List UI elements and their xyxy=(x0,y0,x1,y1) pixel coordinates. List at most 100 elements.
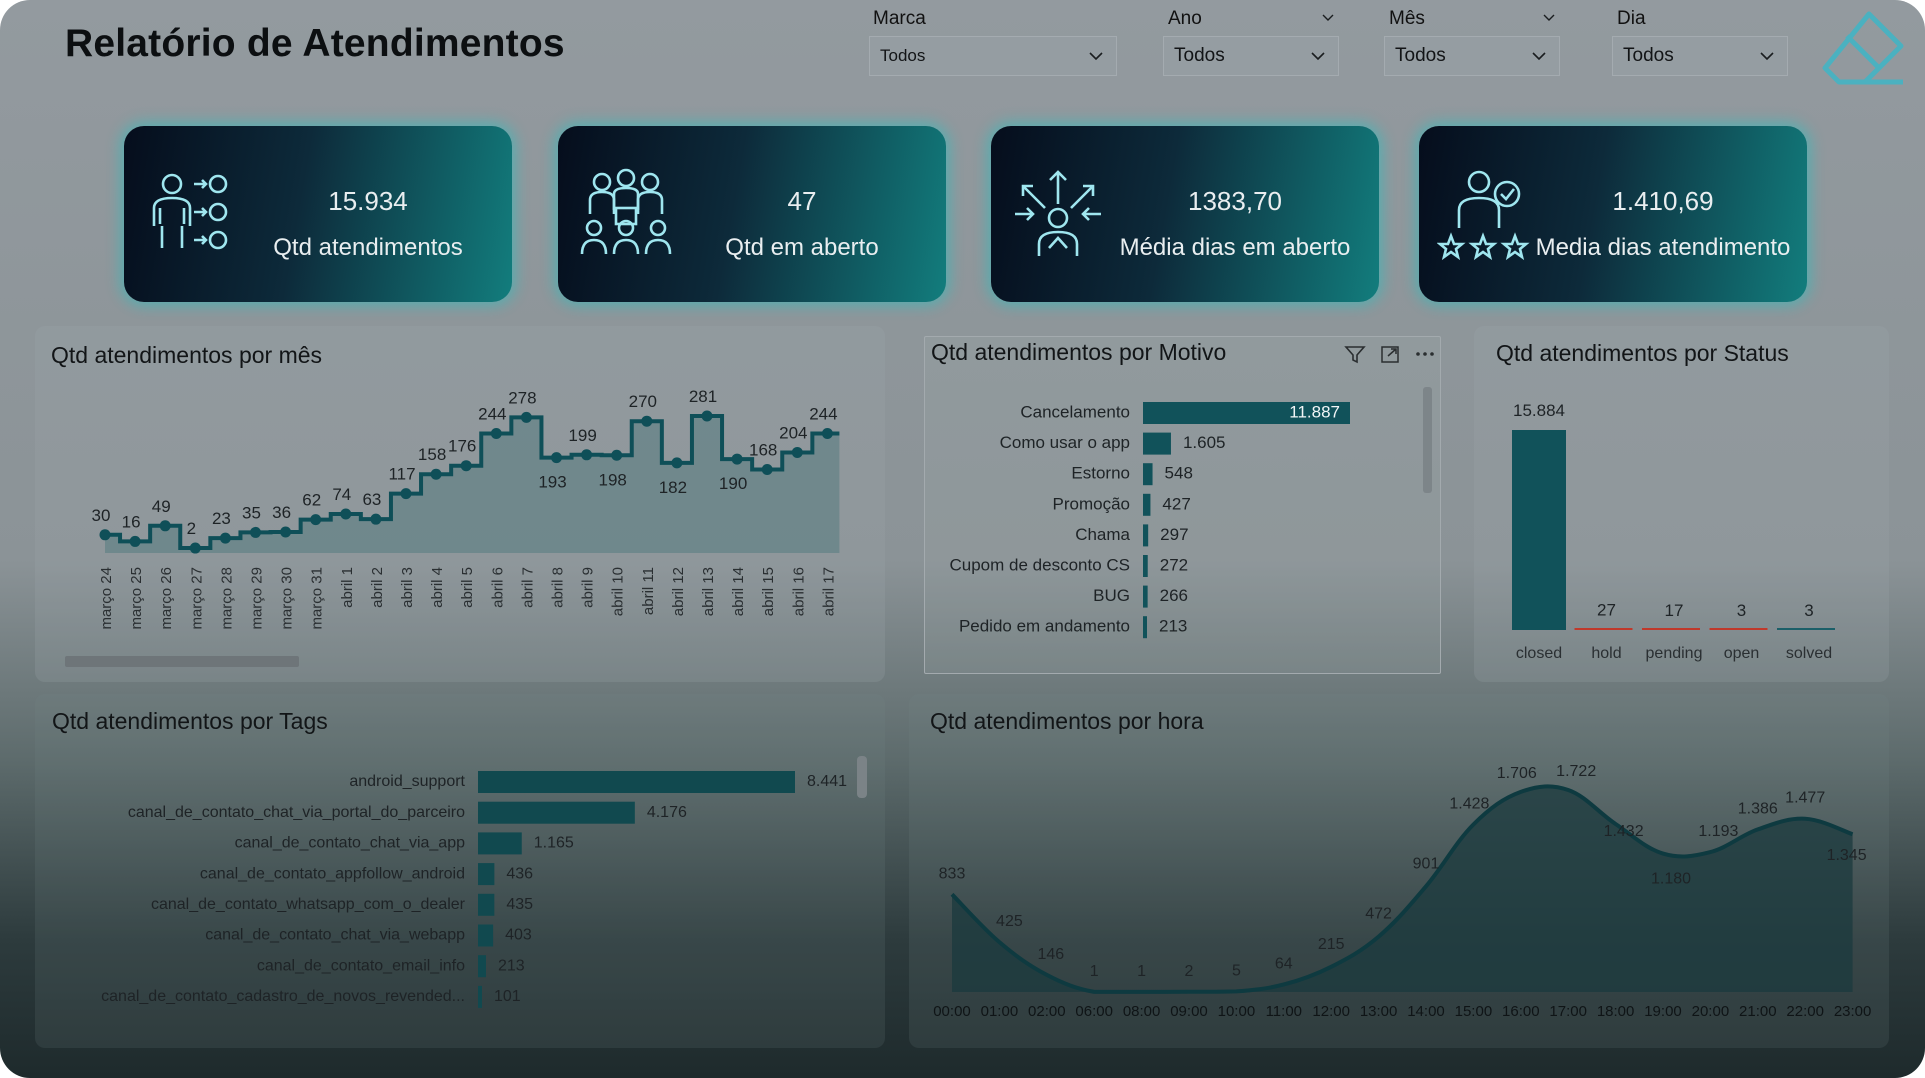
x-tick-label: 14:00 xyxy=(1407,1003,1445,1020)
category-label: Promoção xyxy=(1053,494,1130,513)
x-tick-label: 13:00 xyxy=(1360,1003,1398,1020)
chevron-down-icon xyxy=(1311,52,1325,61)
x-tick-label: março 26 xyxy=(158,567,175,630)
x-tick-label: março 30 xyxy=(279,567,296,630)
horizontal-scrollbar[interactable] xyxy=(65,656,299,667)
data-label: 244 xyxy=(809,405,837,424)
data-label: 158 xyxy=(418,445,446,464)
page-title: Relatório de Atendimentos xyxy=(65,22,565,65)
vertical-scrollbar[interactable] xyxy=(1423,387,1432,493)
x-tick-label: 10:00 xyxy=(1218,1003,1256,1020)
month-point xyxy=(430,468,442,480)
data-label: 472 xyxy=(1365,906,1392,923)
data-label: 833 xyxy=(939,865,966,882)
data-label: 168 xyxy=(749,440,777,459)
month-point xyxy=(581,449,593,461)
x-tick-label: 21:00 xyxy=(1739,1003,1777,1020)
x-tick-label: março 27 xyxy=(188,567,205,630)
month-chart: 30 março 24 16 março 25 49 março 26 2 março 27 2… xyxy=(92,387,840,630)
kpi-value: 47 xyxy=(787,186,817,216)
x-tick-label: 16:00 xyxy=(1502,1003,1540,1020)
kpi-value: 1.410,69 xyxy=(1612,186,1714,216)
bar xyxy=(478,801,635,824)
month-point xyxy=(129,535,141,547)
x-tick-label: abril 14 xyxy=(730,567,747,616)
x-tick-label: 01:00 xyxy=(981,1003,1019,1020)
x-tick-label: abril 1 xyxy=(339,567,356,608)
x-tick-label: abril 4 xyxy=(429,567,446,608)
data-label: 278 xyxy=(508,388,536,407)
data-label: 16 xyxy=(122,512,141,531)
month-point xyxy=(460,460,472,472)
category-label: Como usar o app xyxy=(1000,433,1130,452)
month-point xyxy=(551,452,562,464)
x-tick-label: 19:00 xyxy=(1644,1003,1682,1020)
x-tick-label: 20:00 xyxy=(1692,1003,1730,1020)
chevron-down-icon xyxy=(1089,52,1103,61)
filter-dia-dropdown[interactable]: Todos xyxy=(1612,36,1788,76)
data-label: 62 xyxy=(302,491,321,510)
vertical-scrollbar[interactable] xyxy=(857,756,867,798)
category-label: Cupom de desconto CS xyxy=(950,555,1131,574)
data-label: 272 xyxy=(1160,555,1188,574)
data-label: 1 xyxy=(1137,963,1146,980)
month-point xyxy=(611,449,623,461)
data-label: 74 xyxy=(332,485,351,504)
x-tick-label: abril 2 xyxy=(369,567,386,608)
data-label: 403 xyxy=(505,927,532,944)
data-label: 1.706 xyxy=(1497,765,1537,782)
x-tick-label: solved xyxy=(1786,645,1832,662)
filter-dia-label: Dia xyxy=(1617,8,1646,29)
month-point xyxy=(490,428,502,440)
chevron-down-icon xyxy=(1532,52,1546,61)
filter-marca-dropdown[interactable]: Todos xyxy=(869,36,1117,76)
data-label: 17 xyxy=(1665,601,1684,620)
category-label: Cancelamento xyxy=(1020,402,1130,421)
data-label: 146 xyxy=(1037,946,1064,963)
data-label: 1.386 xyxy=(1738,800,1778,817)
bar xyxy=(1143,432,1171,455)
tags-chart: android_support 8.441 canal_de_contato_cha… xyxy=(101,771,847,1008)
filter-mes-dropdown[interactable]: Todos xyxy=(1384,36,1560,76)
filter-dia: Dia xyxy=(1617,8,1646,30)
data-label: 117 xyxy=(388,465,415,484)
data-label: 1.180 xyxy=(1651,871,1691,888)
month-point xyxy=(520,411,532,423)
data-label: 2 xyxy=(1185,963,1194,980)
x-tick-label: hold xyxy=(1591,645,1621,662)
category-label: canal_de_contato_chat_via_portal_do_parc… xyxy=(128,804,465,821)
kpi-label: Qtd em aberto xyxy=(725,234,879,261)
bar xyxy=(1143,493,1151,516)
x-tick-label: pending xyxy=(1646,645,1703,662)
bar xyxy=(1143,524,1149,547)
category-label: canal_de_contato_email_info xyxy=(257,957,465,974)
reason-chart-panel: Qtd atendimentos por Motivo Cancelamento… xyxy=(924,336,1441,674)
data-label: 101 xyxy=(494,988,521,1005)
month-point xyxy=(280,526,292,538)
data-label: 49 xyxy=(152,497,171,516)
filter-ano-dropdown[interactable]: Todos xyxy=(1163,36,1339,76)
tags-chart-panel: Qtd atendimentos por Tags android_suppor… xyxy=(35,694,885,1048)
kpi-card-open: 47 Qtd em aberto xyxy=(558,126,946,302)
bar xyxy=(478,893,495,916)
chevron-down-icon[interactable] xyxy=(1322,12,1334,24)
filter-mes-value: Todos xyxy=(1395,45,1446,66)
x-tick-label: open xyxy=(1724,645,1760,662)
data-label: 548 xyxy=(1165,464,1193,483)
data-label: 281 xyxy=(689,387,717,406)
data-label: 435 xyxy=(506,896,533,913)
x-tick-label: abril 17 xyxy=(820,567,837,616)
bar xyxy=(478,955,486,978)
data-label: 190 xyxy=(719,474,747,493)
chevron-down-icon[interactable] xyxy=(1543,12,1555,24)
x-tick-label: 18:00 xyxy=(1597,1003,1635,1020)
filter-dia-value: Todos xyxy=(1623,45,1674,66)
eraser-icon[interactable] xyxy=(1817,6,1909,90)
bar xyxy=(1512,430,1566,630)
category-label: Estorno xyxy=(1071,464,1130,483)
data-label: 213 xyxy=(1159,617,1187,636)
filter-ano-label: Ano xyxy=(1168,8,1202,29)
kpi-value: 15.934 xyxy=(328,186,408,216)
dashboard: Relatório de Atendimentos Marca Todos An… xyxy=(0,0,1925,1078)
category-label: canal_de_contato_cadastro_de_novos_reven… xyxy=(101,988,465,1005)
